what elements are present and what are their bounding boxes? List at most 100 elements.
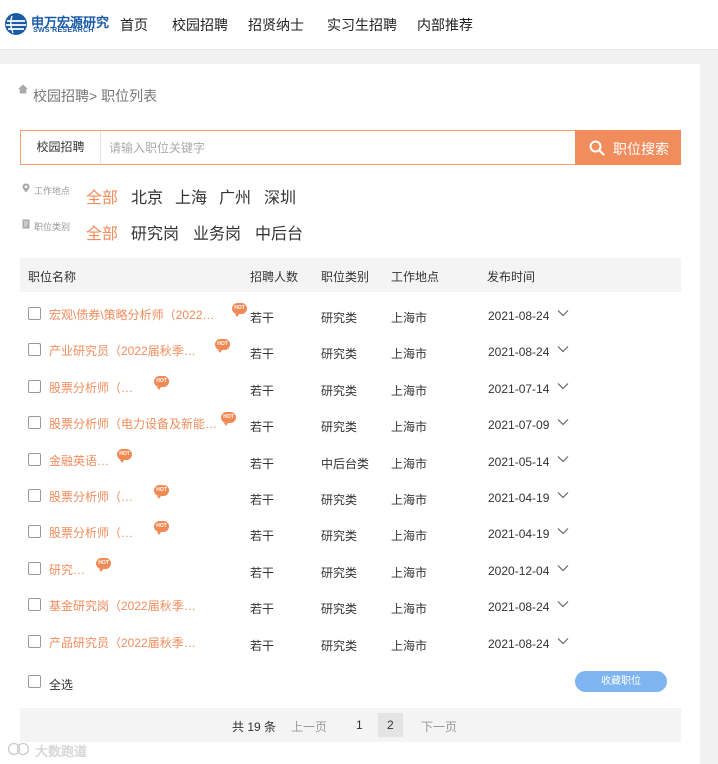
hot-badge: HOT bbox=[117, 448, 132, 463]
location-option-shenzhen[interactable]: 深圳 bbox=[264, 184, 296, 208]
category-option-all[interactable]: 全部 bbox=[86, 220, 118, 244]
location-option-beijing[interactable]: 北京 bbox=[131, 184, 163, 208]
job-publish-date: 2021-08-24 bbox=[488, 345, 550, 360]
row-checkbox[interactable] bbox=[28, 416, 41, 430]
nav-intern-recruit[interactable]: 实习生招聘 bbox=[327, 15, 397, 35]
row-checkbox[interactable] bbox=[28, 525, 41, 539]
next-page-link[interactable]: 下一页 bbox=[421, 718, 457, 735]
job-location: 上海市 bbox=[391, 311, 428, 325]
table-row[interactable]: 股票分析师（电力设备及新能源） HOT 若干 研究类 上海市 2021-07-09 bbox=[20, 405, 681, 441]
row-checkbox[interactable] bbox=[28, 634, 41, 648]
table-row[interactable]: 研究助理 HOT 若干 研究类 上海市 2020-12-04 bbox=[20, 551, 681, 587]
chevron-down-icon[interactable] bbox=[557, 418, 569, 426]
job-location: 上海市 bbox=[391, 565, 428, 580]
table-row[interactable]: 股票分析师（化工） HOT 若干 研究类 上海市 2021-04-19 bbox=[20, 514, 681, 550]
row-checkbox[interactable] bbox=[28, 307, 41, 320]
job-publish-date: 2021-05-14 bbox=[488, 454, 550, 469]
location-option-all[interactable]: 全部 bbox=[86, 184, 118, 208]
row-checkbox[interactable] bbox=[28, 343, 41, 357]
brand-name-en: SWS RESEARCH bbox=[33, 27, 94, 34]
job-publish-date: 2021-08-24 bbox=[488, 309, 550, 323]
nav-talent-recruit[interactable]: 招贤纳士 bbox=[248, 15, 304, 35]
job-title-link[interactable]: 股票分析师（电力设备及新能源） bbox=[49, 415, 220, 432]
job-category: 研究类 bbox=[321, 493, 358, 507]
row-checkbox[interactable] bbox=[28, 561, 41, 575]
table-row[interactable]: 基金研究岗（2022届秋季校招） 若干 研究类 上海市 2021-08-24 bbox=[20, 587, 681, 623]
chevron-down-icon[interactable] bbox=[557, 491, 569, 499]
favorite-jobs-button[interactable]: 收藏职位 bbox=[575, 671, 667, 692]
chevron-down-icon[interactable] bbox=[557, 527, 569, 535]
job-headcount: 若干 bbox=[250, 420, 275, 435]
table-row[interactable]: 产业研究员（2022届秋季校招） HOT 若干 研究类 上海市 2021-08-24 bbox=[20, 332, 681, 368]
watermark: 大数跑道 bbox=[8, 740, 108, 760]
category-option-research[interactable]: 研究岗 bbox=[131, 220, 179, 244]
job-headcount: 若干 bbox=[250, 565, 275, 580]
top-nav-bar: 申万宏源研究 SWS RESEARCH 首页 校园招聘 招贤纳士 实习生招聘 内… bbox=[0, 0, 718, 50]
job-title-link[interactable]: 股票分析师（化工） bbox=[49, 524, 136, 541]
job-title-link[interactable]: 宏观\债券\策略分析师（2022届… bbox=[49, 306, 224, 323]
location-option-shanghai[interactable]: 上海 bbox=[175, 184, 207, 208]
page-1-link[interactable]: 1 bbox=[356, 718, 363, 732]
search-button-label: 职位搜索 bbox=[613, 141, 669, 157]
job-headcount: 若干 bbox=[250, 638, 275, 653]
select-all-checkbox[interactable] bbox=[28, 675, 41, 688]
job-publish-date: 2021-04-19 bbox=[488, 491, 550, 505]
row-checkbox[interactable] bbox=[28, 379, 41, 393]
job-title-link[interactable]: 股票分析师（交运） bbox=[49, 379, 136, 396]
brand-globe-icon bbox=[5, 13, 27, 35]
job-title-link[interactable]: 基金研究岗（2022届秋季校招） bbox=[49, 597, 207, 614]
chevron-down-icon[interactable] bbox=[557, 455, 569, 463]
chevron-down-icon[interactable] bbox=[557, 309, 569, 317]
job-title-link[interactable]: 股票分析师（电子） bbox=[49, 488, 136, 505]
job-headcount: 若干 bbox=[250, 493, 275, 507]
job-location: 上海市 bbox=[391, 529, 428, 544]
row-checkbox[interactable] bbox=[28, 489, 41, 502]
watermark-text: 大数跑道 bbox=[35, 744, 88, 759]
prev-page-link[interactable]: 上一页 bbox=[291, 718, 327, 735]
table-row[interactable]: 宏观\债券\策略分析师（2022届… HOT 若干 研究类 上海市 2021-08-24 bbox=[20, 296, 681, 332]
home-icon bbox=[18, 84, 28, 94]
job-category: 研究类 bbox=[321, 347, 358, 362]
job-location: 上海市 bbox=[391, 420, 428, 435]
category-option-business[interactable]: 业务岗 bbox=[193, 220, 241, 244]
table-row[interactable]: 股票分析师（交运） HOT 若干 研究类 上海市 2021-07-14 bbox=[20, 369, 681, 405]
page-2-link[interactable]: 2 bbox=[387, 718, 394, 732]
nav-internal-referral[interactable]: 内部推荐 bbox=[417, 15, 473, 35]
job-title-link[interactable]: 研究助理 bbox=[49, 561, 94, 578]
table-row[interactable]: 金融英语翻译 HOT 若干 中后台类 上海市 2021-05-14 bbox=[20, 442, 681, 478]
job-location: 上海市 bbox=[391, 493, 428, 507]
nav-home[interactable]: 首页 bbox=[120, 15, 148, 35]
table-row[interactable]: 股票分析师（电子） HOT 若干 研究类 上海市 2021-04-19 bbox=[20, 478, 681, 514]
row-checkbox[interactable] bbox=[28, 452, 41, 466]
job-headcount: 若干 bbox=[250, 529, 275, 544]
job-title-link[interactable]: 产业研究员（2022届秋季校招） bbox=[49, 342, 206, 359]
job-category: 中后台类 bbox=[321, 456, 370, 471]
category-option-back-office[interactable]: 中后台 bbox=[255, 220, 303, 244]
search-input[interactable] bbox=[109, 136, 549, 160]
chevron-down-icon[interactable] bbox=[557, 345, 569, 353]
job-title-link[interactable]: 产品研究员（2022届秋季校招） bbox=[49, 634, 207, 651]
row-checkbox[interactable] bbox=[28, 598, 41, 612]
search-button[interactable]: 职位搜索 bbox=[575, 130, 681, 165]
job-publish-date: 2021-08-24 bbox=[488, 636, 550, 651]
watermark-logo-icon bbox=[8, 742, 30, 756]
job-category: 研究类 bbox=[321, 565, 358, 580]
job-headcount: 若干 bbox=[250, 347, 275, 362]
chevron-down-icon[interactable] bbox=[557, 600, 569, 608]
chevron-down-icon[interactable] bbox=[557, 637, 569, 645]
table-header: 职位名称 招聘人数 职位类别 工作地点 发布时间 bbox=[20, 258, 681, 292]
job-publish-date: 2021-07-14 bbox=[488, 381, 550, 396]
chevron-down-icon[interactable] bbox=[557, 382, 569, 390]
search-bar: 校园招聘 bbox=[20, 130, 576, 165]
job-publish-date: 2021-07-09 bbox=[488, 418, 550, 433]
select-all-label: 全选 bbox=[49, 678, 74, 692]
brand-logo[interactable]: 申万宏源研究 SWS RESEARCH bbox=[4, 10, 109, 38]
job-headcount: 若干 bbox=[250, 602, 275, 617]
location-option-guangzhou[interactable]: 广州 bbox=[219, 184, 251, 208]
job-title-link[interactable]: 金融英语翻译 bbox=[49, 452, 120, 469]
job-location: 上海市 bbox=[391, 602, 428, 617]
table-row[interactable]: 产品研究员（2022届秋季校招） 若干 研究类 上海市 2021-08-24 bbox=[20, 624, 681, 660]
pagination-total: 共 19 条 bbox=[232, 720, 277, 734]
chevron-down-icon[interactable] bbox=[557, 564, 569, 572]
nav-campus-recruit[interactable]: 校园招聘 bbox=[172, 15, 228, 35]
